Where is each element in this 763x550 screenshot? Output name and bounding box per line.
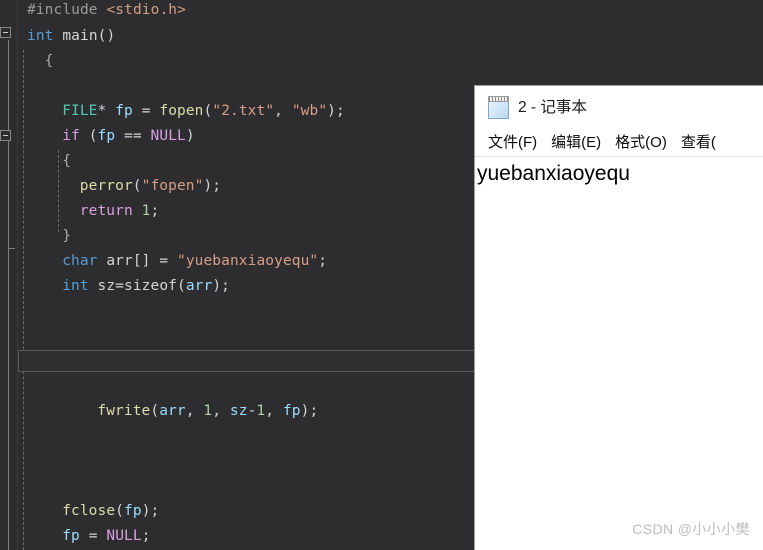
code-token: arr [185,278,213,294]
code-token: ); [300,403,319,419]
code-token: arr[] = [97,253,177,269]
indent-guide-1 [23,50,24,550]
notepad-title-text: 2 - 记事本 [518,99,587,116]
code-token: { [44,53,54,69]
code-token: int [27,28,54,44]
code-token: ); [327,103,345,119]
code-token: ( [115,503,125,519]
menu-item-format[interactable]: 格式(O) [608,129,674,154]
code-token: == [115,128,151,144]
code-token: ; [150,203,160,219]
code-line: int main() [27,28,115,44]
code-token: sz= [88,278,125,294]
code-line: } [62,228,71,244]
code-token: fopen [159,103,204,119]
code-token: ; [318,253,328,269]
code-line: { [45,53,54,69]
code-token: fp [124,503,142,519]
code-token: = [132,103,160,119]
code-token: ( [177,278,186,294]
code-token: } [62,228,72,244]
code-token: , [265,403,283,419]
code-token: , [185,403,204,419]
code-token: fp [97,128,116,144]
code-line: fwrite(arr, 1, sz-1, fp); [97,403,318,419]
code-line: fp = NULL; [62,528,150,544]
code-token: ( [132,178,142,194]
notepad-text-area[interactable]: yuebanxiaoyequ [475,157,763,550]
code-token: sz [229,403,248,419]
code-token: ); [203,178,222,194]
code-token: { [62,153,72,169]
code-token: fclose [62,503,116,519]
code-token: return [79,203,133,219]
notepad-titlebar[interactable]: 2 - 记事本 [475,86,763,126]
code-token: ); [212,278,231,294]
code-token: NULL [106,528,142,544]
notepad-window[interactable]: 2 - 记事本 文件(F) 编辑(E) 格式(O) 查看( yuebanxiao… [474,85,763,550]
code-token: "fopen" [141,178,204,194]
code-token: NULL [150,128,186,144]
fold-scope-line-main [8,40,9,248]
code-line: char arr[] = "yuebanxiaoyequ"; [62,253,327,269]
code-token: , [212,403,230,419]
code-token: * [97,103,116,119]
code-token: perror [79,178,133,194]
code-token: fwrite [97,403,151,419]
code-token: main() [53,28,116,44]
code-token: int [62,278,89,294]
code-token: char [62,253,98,269]
code-token: , [274,103,292,119]
code-token: "2.txt" [212,103,275,119]
code-token: fp [282,403,301,419]
code-line: fclose(fp); [62,503,159,519]
code-token: "wb" [291,103,328,119]
notepad-document-text: yuebanxiaoyequ [477,162,630,185]
code-token: if [62,128,80,144]
code-token: = [79,528,107,544]
fold-scope-line-main-lower [8,248,9,550]
code-token: 1 [256,403,266,419]
code-token: <stdio.h> [106,2,186,18]
code-token: 1 [203,403,213,419]
code-line: if (fp == NULL) [62,128,195,144]
editor-gutter[interactable] [0,0,18,550]
code-token: FILE [62,103,98,119]
menu-item-edit[interactable]: 编辑(E) [544,129,608,154]
code-token: ( [150,403,160,419]
code-line: perror("fopen"); [80,178,221,194]
menu-item-view[interactable]: 查看( [674,129,723,154]
notepad-menubar[interactable]: 文件(F) 编辑(E) 格式(O) 查看( [475,126,763,157]
code-token: #include [27,2,107,18]
code-token: ) [185,128,195,144]
notepad-icon [487,95,511,121]
code-line: { [62,153,71,169]
fold-toggle-if-block[interactable] [0,130,11,141]
code-token: sizeof [124,278,177,294]
code-line: #include <stdio.h> [27,2,186,18]
code-line: FILE* fp = fopen("2.txt", "wb"); [62,103,345,119]
screen-root: #include <stdio.h> int main() { FILE* fp = … [0,0,763,550]
code-token: ( [79,128,98,144]
code-token: fp [62,528,80,544]
menu-item-file[interactable]: 文件(F) [481,129,544,154]
indent-guide-2 [58,150,59,232]
code-token: "yuebanxiaoyequ" [176,253,319,269]
code-token: ); [141,503,160,519]
code-line: int sz=sizeof(arr); [62,278,230,294]
code-token: fp [115,103,133,119]
fold-end-tick [8,248,15,249]
csdn-watermark: CSDN @小小小樊 [632,521,750,537]
code-token: arr [159,403,186,419]
fold-toggle-int-main[interactable] [0,27,11,38]
code-token: ; [141,528,151,544]
code-line: return 1; [80,203,160,219]
